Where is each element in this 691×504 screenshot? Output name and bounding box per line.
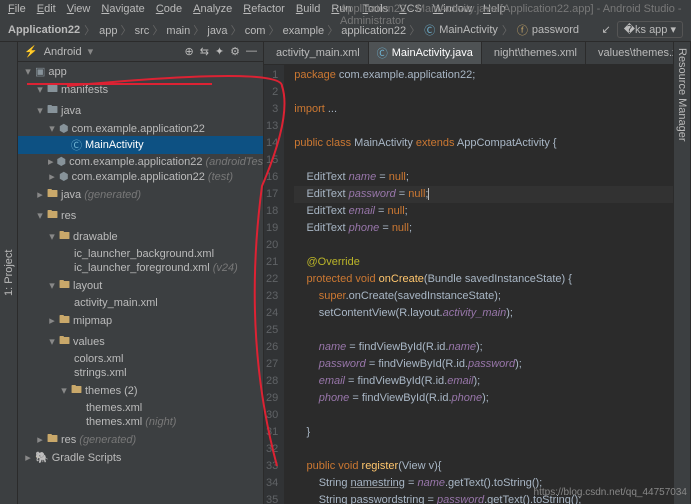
folder-t-icon: 🖿 [59, 276, 70, 295]
breadcrumb-segment[interactable]: main [166, 25, 190, 37]
expand-icon[interactable]: ⇆ [200, 45, 209, 58]
menu-file[interactable]: File [8, 3, 26, 15]
tree-item[interactable]: ▾🖿 themes (2) [18, 380, 263, 401]
resource-manager-tab[interactable]: Resource Manager [674, 42, 691, 504]
folder-t-icon: 🖿 [47, 430, 58, 449]
tree-item[interactable]: ▸⬢ com.example.application22 (test) [18, 169, 263, 184]
collapse-icon[interactable]: ✦ [215, 45, 224, 58]
tree-item[interactable]: ic_launcher_foreground.xml (v24) [18, 261, 263, 275]
tree-item[interactable]: ▾🖿 java [18, 100, 263, 121]
menu-build[interactable]: Build [296, 3, 320, 15]
folder-t-icon: 🖿 [71, 381, 82, 400]
breadcrumb-segment[interactable]: java [207, 25, 227, 37]
tree-item[interactable]: ▾🖿 layout [18, 275, 263, 296]
select-opened-icon[interactable]: ⊕ [184, 45, 193, 58]
folder-icon: 🖿 [47, 101, 58, 120]
tree-item[interactable]: themes.xml [18, 401, 263, 415]
pkg-icon: ⬢ [59, 170, 69, 183]
tree-item[interactable]: ▾🖿 manifests [18, 79, 263, 100]
breadcrumb-segment[interactable]: example [283, 25, 325, 37]
right-tool-strip: Resource Manager [673, 42, 691, 504]
tree-item[interactable]: colors.xml [18, 352, 263, 366]
tree-item[interactable]: ▸🖿 java (generated) [18, 184, 263, 205]
android-icon: ⚡ [24, 45, 38, 58]
folder-t-icon: 🖿 [59, 311, 70, 330]
tree-item[interactable]: ▾🖿 values [18, 331, 263, 352]
code-area[interactable]: 1231314151617181920212223242526272829303… [264, 65, 673, 504]
tool-tab[interactable]: 1: Project [1, 42, 17, 504]
folder-t-icon: 🖿 [47, 185, 58, 204]
tree-item[interactable]: strings.xml [18, 366, 263, 380]
tree-item[interactable]: ▾🖿 drawable [18, 226, 263, 247]
tree-item[interactable]: ▸⬢ com.example.application22 (androidTes… [18, 154, 263, 169]
gradle-icon: 🐘 [35, 451, 49, 464]
module-icon: ▣ [35, 65, 45, 78]
breadcrumb-segment[interactable]: app [99, 25, 117, 37]
folder-t-icon: 🖿 [59, 227, 70, 246]
breadcrumb-segment[interactable]: com [245, 25, 266, 37]
tree-item[interactable]: activity_main.xml [18, 296, 263, 310]
menu-navigate[interactable]: Navigate [101, 3, 144, 15]
tree-item[interactable]: Ⓒ MainActivity [18, 136, 263, 154]
folder-t-icon: 🖿 [59, 332, 70, 351]
editor-tab[interactable]: ⒸMainActivity.java [369, 42, 482, 64]
breadcrumb-segment[interactable]: src [135, 25, 150, 37]
window-title: Application22 - MainActivity.java [Appli… [340, 3, 691, 27]
tree-mode[interactable]: Android [44, 46, 82, 58]
menu-edit[interactable]: Edit [37, 3, 56, 15]
tree-item[interactable]: ▾🖿 res [18, 205, 263, 226]
tree-item[interactable]: ▸🖿 mipmap [18, 310, 263, 331]
watermark: https://blog.csdn.net/qq_44757034 [534, 487, 687, 498]
tool-tab[interactable]: 2: Structure [0, 42, 1, 504]
hide-icon[interactable]: — [246, 45, 257, 58]
editor-tab[interactable]: activity_main.xml [264, 42, 369, 64]
menu-view[interactable]: View [67, 3, 91, 15]
cls-icon: Ⓒ [71, 137, 82, 153]
tree-item[interactable]: ▾▣ app [18, 64, 263, 79]
gear-icon[interactable]: ⚙ [230, 45, 240, 58]
menu-analyze[interactable]: Analyze [193, 3, 232, 15]
menu-refactor[interactable]: Refactor [243, 3, 285, 15]
tree-item[interactable]: ▾⬢ com.example.application22 [18, 121, 263, 136]
tree-item[interactable]: ▸🖿 res (generated) [18, 429, 263, 450]
gutter: 1231314151617181920212223242526272829303… [264, 65, 284, 504]
folder-t-icon: 🖿 [47, 206, 58, 225]
project-tree[interactable]: ▾▣ app▾🖿 manifests▾🖿 java▾⬢ com.example.… [18, 62, 263, 467]
breadcrumb-project[interactable]: Application22 [8, 24, 80, 36]
menu-code[interactable]: Code [156, 3, 182, 15]
pkg-icon: ⬢ [59, 122, 69, 135]
tree-item[interactable]: themes.xml (night) [18, 415, 263, 429]
cls-icon: Ⓒ [377, 45, 388, 61]
editor-tab[interactable]: night\themes.xml [482, 42, 586, 64]
editor-tabs: activity_main.xmlⒸMainActivity.javanight… [264, 42, 673, 65]
tree-item[interactable]: ic_launcher_background.xml [18, 247, 263, 261]
tree-item[interactable]: ▸🐘 Gradle Scripts [18, 450, 263, 465]
editor: activity_main.xmlⒸMainActivity.javanight… [264, 42, 673, 504]
project-tool-window: ⚡ Android▾ ⊕ ⇆ ✦ ⚙ — ▾▣ app▾🖿 manifests▾… [18, 42, 264, 504]
left-tool-strip: 1: Project2: Structure2: FavoritesBuild … [0, 42, 18, 504]
folder-icon: 🖿 [47, 80, 58, 99]
pkg-icon: ⬢ [57, 155, 67, 168]
